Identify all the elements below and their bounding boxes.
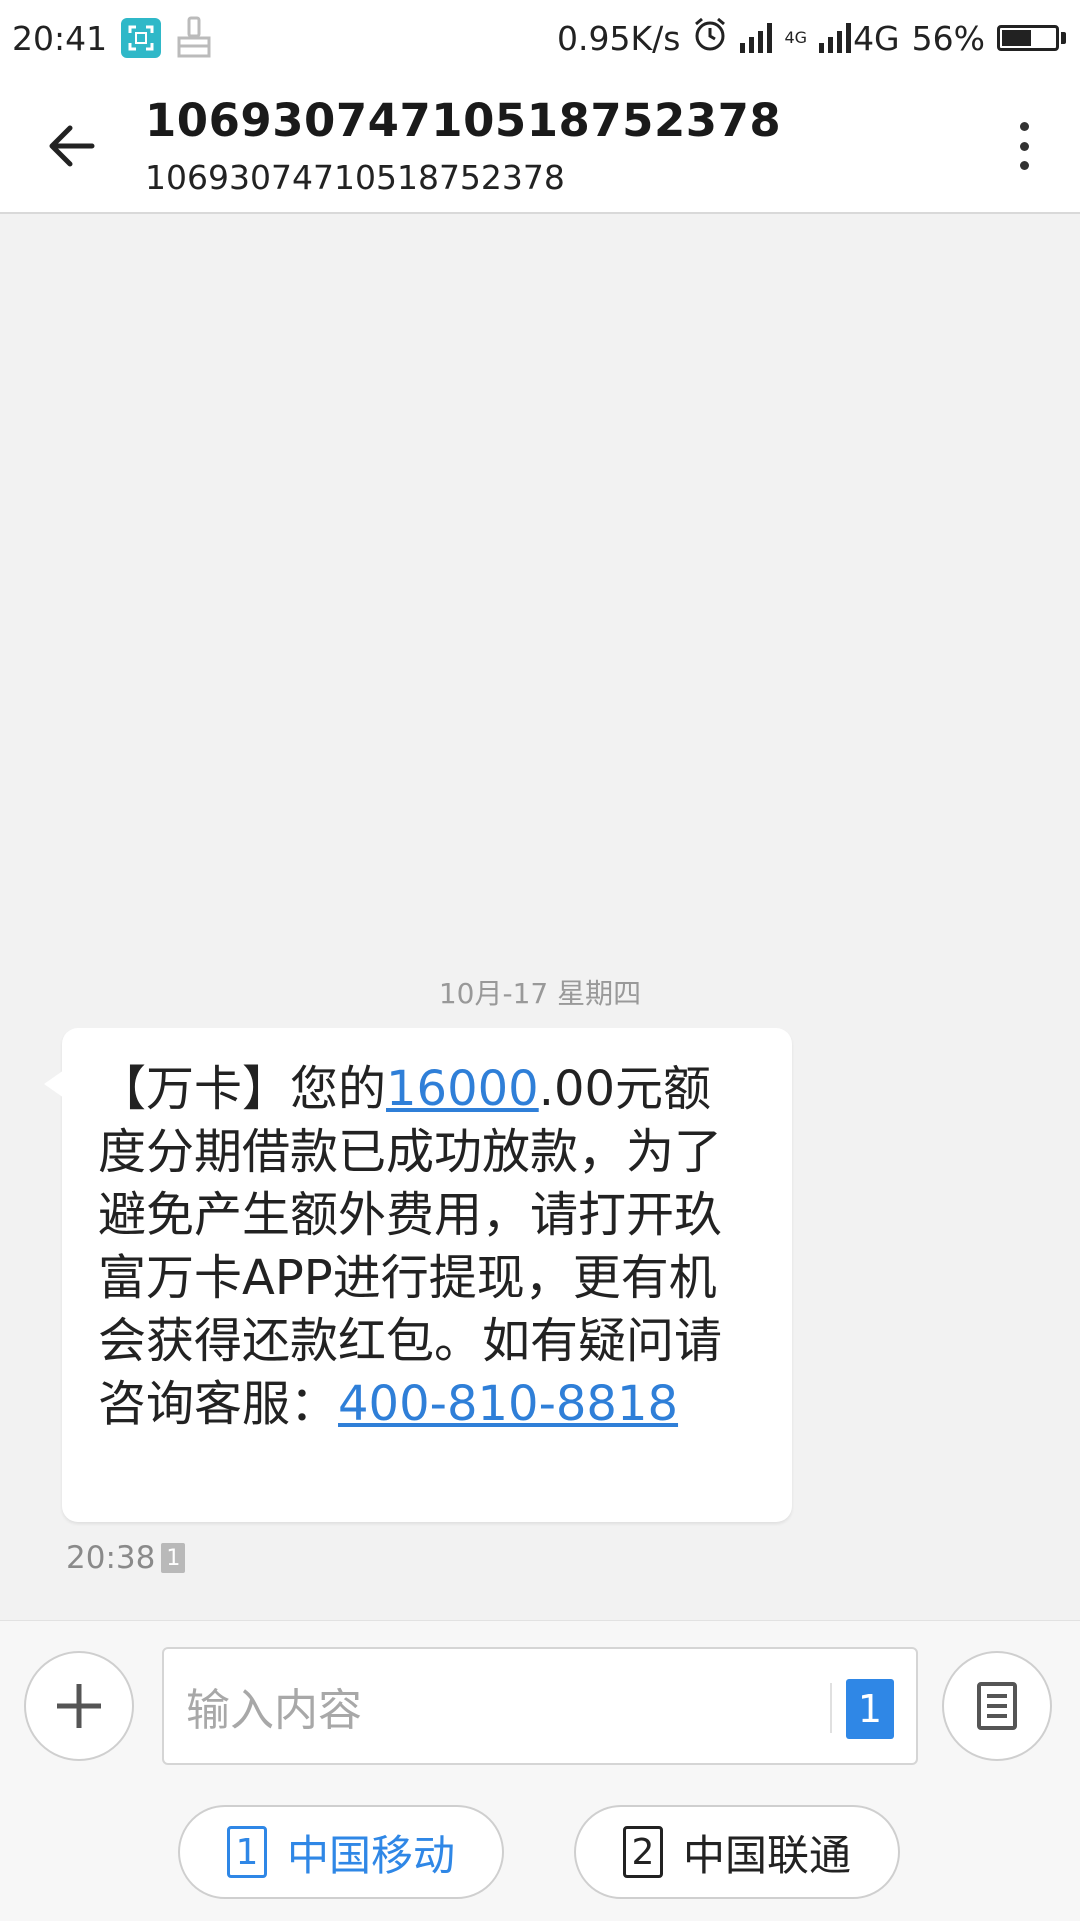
phone-link[interactable]: 400-810-8818 <box>338 1376 678 1432</box>
amount-link[interactable]: 16000 <box>386 1061 539 1117</box>
status-time: 20:41 <box>12 18 108 58</box>
input-divider <box>830 1683 832 1733</box>
message-meta: 20:38 1 <box>66 1540 186 1576</box>
alarm-icon <box>692 16 728 60</box>
contact-number: 10693074710518752378 <box>145 158 565 197</box>
network-label: 4G <box>853 18 900 58</box>
message-text: 【万卡】您的16000.00元额度分期借款已成功放款，为了避免产生额外费用，请打… <box>98 1058 752 1436</box>
document-icon <box>977 1682 1017 1730</box>
network-small-label: 4G <box>784 28 808 47</box>
more-options-icon[interactable] <box>1004 116 1044 176</box>
plus-icon <box>57 1684 101 1728</box>
signal-4g-icon <box>819 23 852 53</box>
template-button[interactable] <box>942 1651 1052 1761</box>
message-text-part: 【万卡】您的 <box>98 1061 387 1117</box>
sim2-icon: 2 <box>622 1826 663 1878</box>
send-sim2-button[interactable]: 2 中国联通 <box>574 1805 900 1899</box>
clean-icon <box>175 16 213 60</box>
back-arrow-icon[interactable] <box>42 116 102 176</box>
sim1-icon: 1 <box>226 1826 267 1878</box>
battery-icon <box>997 25 1066 51</box>
add-attachment-button[interactable] <box>24 1651 134 1761</box>
conversation-header: 10693074710518752378 1069307471051875237… <box>0 76 1080 214</box>
net-speed: 0.95K/s <box>557 18 681 58</box>
status-bar: 20:41 0.95K/s 4G 4G 56% <box>0 0 1080 76</box>
send-sim1-button[interactable]: 1 中国移动 <box>178 1805 504 1899</box>
signal-icon <box>740 23 773 53</box>
date-separator: 10月-17 星期四 <box>438 977 642 1010</box>
sim2-label: 中国联通 <box>682 1830 851 1880</box>
compose-bar: 输入内容 1 1 中国移动 2 中国联通 <box>0 1620 1080 1921</box>
sim1-label: 中国移动 <box>286 1830 455 1880</box>
message-input[interactable]: 输入内容 1 <box>162 1647 918 1765</box>
message-bubble[interactable]: 【万卡】您的16000.00元额度分期借款已成功放款，为了避免产生额外费用，请打… <box>44 1028 792 1522</box>
battery-percent: 56% <box>911 18 985 58</box>
send-sim-badge[interactable]: 1 <box>846 1679 894 1739</box>
screenshot-icon <box>121 18 162 58</box>
sim-indicator: 1 <box>161 1543 186 1573</box>
message-input-placeholder: 输入内容 <box>186 1685 362 1736</box>
contact-title: 10693074710518752378 <box>145 94 782 147</box>
message-time: 20:38 <box>66 1540 156 1576</box>
